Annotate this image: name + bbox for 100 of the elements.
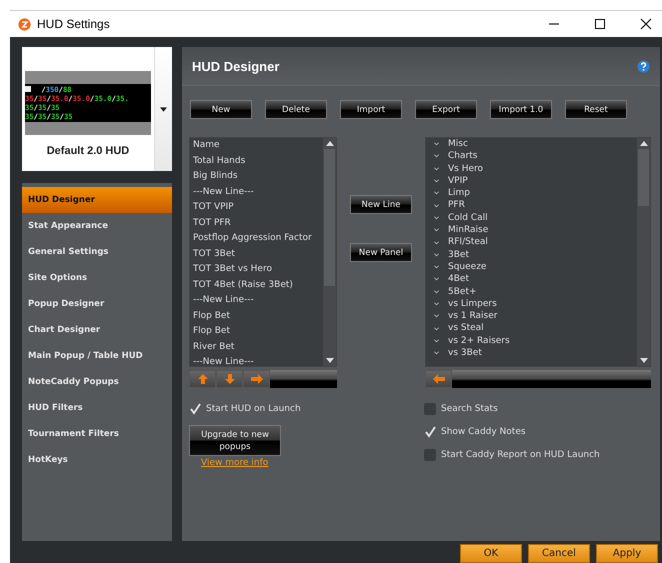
tree-item[interactable]: PFR (426, 199, 637, 212)
checkbox[interactable] (189, 403, 201, 415)
dialog-button[interactable]: Cancel (528, 544, 590, 563)
help-icon[interactable] (637, 60, 650, 72)
scroll-thumb[interactable] (638, 149, 649, 206)
chevron-icon[interactable] (434, 166, 439, 171)
chevron-icon[interactable] (434, 216, 439, 220)
horizontal-scrollbar[interactable] (452, 370, 651, 388)
tree-item[interactable]: Misc (426, 138, 637, 150)
sidebar-item[interactable]: NoteCaddy Popups (22, 369, 172, 395)
sidebar-item[interactable]: Popup Designer (22, 291, 172, 317)
chevron-icon[interactable] (434, 326, 439, 331)
sidebar-item[interactable]: Chart Designer (22, 317, 172, 343)
tree-item[interactable]: 5Bet+ (426, 286, 637, 298)
sidebar-item[interactable]: Site Options (22, 265, 172, 291)
tree-item[interactable]: Squeeze (426, 260, 637, 274)
sidebar-item[interactable]: Tournament Filters (22, 421, 172, 447)
scroll-down-icon[interactable] (640, 358, 648, 363)
sidebar-item[interactable]: HUD Designer (22, 187, 172, 213)
list-item[interactable]: TOT VPIP (190, 200, 323, 216)
toolbar-button[interactable]: Delete (265, 100, 327, 119)
list-item[interactable]: ---New Line--- (190, 293, 323, 308)
chevron-icon[interactable] (434, 302, 439, 306)
chevron-icon[interactable] (434, 191, 439, 196)
upgrade-button[interactable]: Upgrade to new popups (189, 425, 281, 456)
sidebar-item[interactable]: Stat Appearance (22, 213, 172, 239)
list-item[interactable]: Big Blinds (190, 169, 323, 184)
sidebar-item[interactable]: General Settings (22, 239, 172, 265)
list-item[interactable]: ---New Line--- (190, 184, 323, 200)
toolbar-button[interactable]: New Panel (350, 243, 412, 262)
list-item[interactable]: TOT 3Bet vs Hero (190, 262, 323, 278)
dialog-button[interactable]: OK (460, 544, 522, 563)
tree-item[interactable]: vs 2+ Raisers (426, 334, 637, 348)
tree-item[interactable]: Vs Hero (426, 162, 637, 175)
dropdown-caret-icon[interactable] (160, 106, 167, 112)
toolbar-button[interactable]: Reset (565, 100, 627, 119)
horizontal-scrollbar[interactable] (270, 370, 337, 388)
tree-item[interactable]: vs Limpers (426, 298, 637, 310)
tree-item[interactable]: vs 3Bet (426, 347, 637, 360)
list-item[interactable]: Name (190, 138, 323, 154)
list-item[interactable]: Flop Bet (190, 324, 323, 340)
tree-item[interactable]: RFI/Steal (426, 236, 637, 249)
tree-item[interactable]: 4Bet (426, 273, 637, 286)
scroll-thumb[interactable] (324, 149, 335, 286)
chevron-icon[interactable] (434, 240, 439, 245)
tree-item[interactable]: MinRaise (426, 224, 637, 236)
remove-left-button[interactable] (425, 370, 452, 388)
list-item[interactable]: TOT 3Bet (190, 246, 323, 262)
sidebar-item[interactable]: Main Popup / Table HUD (22, 343, 172, 369)
move-down-button[interactable] (216, 370, 243, 388)
chevron-icon[interactable] (434, 179, 439, 184)
list-item[interactable]: Total Hands (190, 154, 323, 169)
tree-item[interactable]: Charts (426, 150, 637, 163)
chevron-icon[interactable] (434, 204, 439, 208)
sidebar-item[interactable]: HotKeys (22, 447, 172, 473)
list-item[interactable]: Postflop Aggression Factor (190, 231, 323, 246)
tree-item[interactable]: vs Steal (426, 322, 637, 335)
chevron-icon[interactable] (434, 252, 439, 257)
chevron-icon[interactable] (434, 290, 439, 294)
tree-item[interactable]: Limp (426, 187, 637, 200)
chevron-icon[interactable] (434, 338, 439, 343)
toolbar-button[interactable]: Import (340, 100, 402, 119)
scrollbar[interactable] (323, 138, 336, 366)
toolbar-button[interactable]: Export (415, 100, 477, 119)
add-right-button[interactable] (243, 370, 270, 388)
scrollbar[interactable] (637, 138, 650, 366)
list-item[interactable]: TOT 4Bet (Raise 3Bet) (190, 278, 323, 293)
list-item[interactable]: ---New Line--- (190, 355, 323, 366)
hud-name: Default 2.0 HUD (46, 145, 130, 157)
chevron-icon[interactable] (434, 142, 439, 146)
checkbox[interactable] (424, 449, 436, 461)
chevron-icon[interactable] (434, 265, 439, 270)
chevron-icon[interactable] (434, 314, 439, 318)
maximize-icon[interactable] (594, 18, 606, 30)
list-item[interactable]: Flop Bet (190, 308, 323, 324)
chevron-icon[interactable] (434, 351, 439, 356)
left-arrow-icon (432, 373, 446, 385)
toolbar-button[interactable]: New Line (350, 195, 412, 214)
move-up-button[interactable] (189, 370, 216, 388)
chevron-icon[interactable] (434, 154, 439, 158)
scroll-up-icon[interactable] (326, 141, 334, 146)
tree-item[interactable]: Cold Call (426, 212, 637, 224)
list-item[interactable]: TOT PFR (190, 216, 323, 231)
scroll-down-icon[interactable] (326, 358, 334, 363)
chevron-icon[interactable] (434, 228, 439, 232)
right-arrow-icon (250, 373, 264, 385)
checkbox[interactable] (424, 426, 436, 438)
tree-item[interactable]: 3Bet (426, 248, 637, 261)
checkbox[interactable] (424, 403, 436, 415)
scroll-up-icon[interactable] (640, 141, 648, 146)
chevron-icon[interactable] (434, 277, 439, 282)
close-icon[interactable] (640, 18, 652, 30)
list-item[interactable]: River Bet (190, 340, 323, 355)
checkbox-label: Start HUD on Launch (206, 404, 301, 414)
sidebar-item[interactable]: HUD Filters (22, 395, 172, 421)
toolbar-button[interactable]: Import 1.0 (490, 100, 552, 119)
toolbar-button[interactable]: New (190, 100, 252, 119)
dialog-button[interactable]: Apply (596, 544, 658, 563)
tree-item[interactable]: VPIP (426, 174, 637, 188)
tree-item[interactable]: vs 1 Raiser (426, 310, 637, 322)
